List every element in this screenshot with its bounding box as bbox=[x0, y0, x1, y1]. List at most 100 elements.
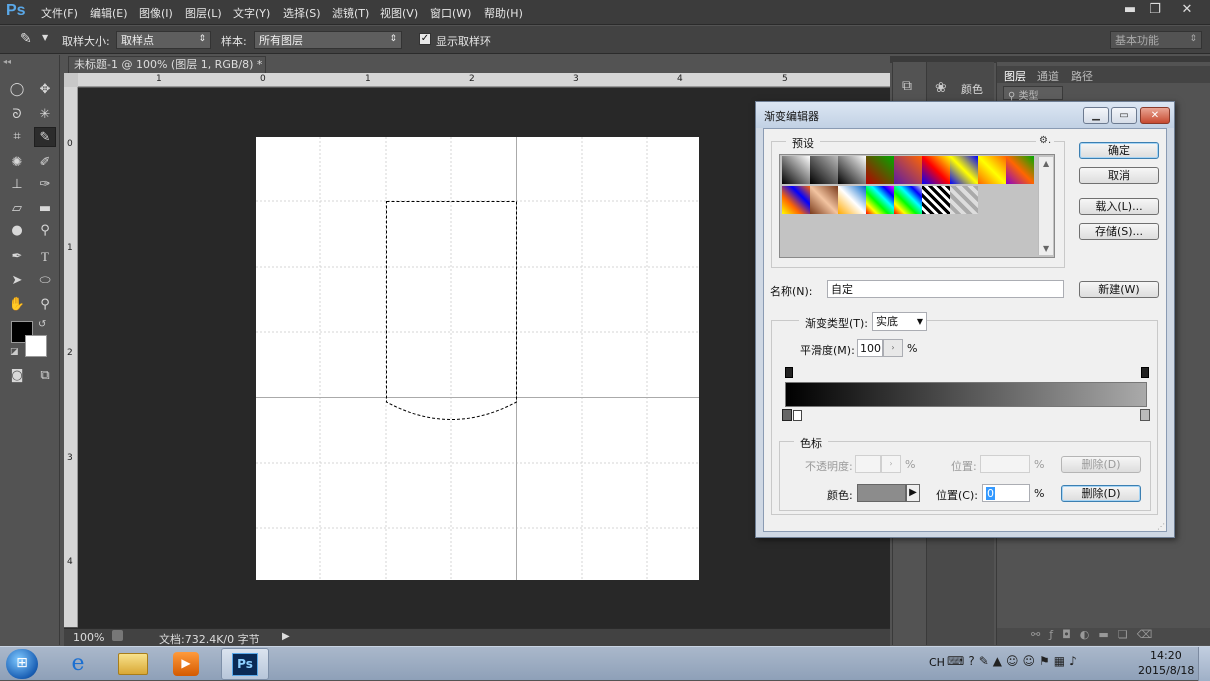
menu-file[interactable]: 文件(F) bbox=[41, 5, 78, 21]
pen-input-icon[interactable]: ✎ bbox=[979, 654, 993, 668]
volume-icon[interactable]: ♪ bbox=[1069, 654, 1081, 668]
history-brush-icon[interactable]: ✑ bbox=[34, 175, 56, 195]
swap-colors-icon[interactable]: ↺ bbox=[38, 319, 46, 330]
keyboard-icon[interactable]: ⌨ bbox=[947, 654, 968, 668]
tab-paths[interactable]: 路径 bbox=[1071, 68, 1093, 84]
media-player-icon[interactable]: ▶ bbox=[173, 652, 199, 676]
ellipse-shape-icon[interactable]: ⬭ bbox=[34, 271, 56, 291]
dodge-icon[interactable]: ⚲ bbox=[34, 221, 56, 241]
menu-filter[interactable]: 滤镜(T) bbox=[332, 5, 369, 21]
minimize-button[interactable]: ▬ bbox=[1117, 0, 1143, 22]
clock-date[interactable]: 2015/8/18 bbox=[1138, 664, 1194, 677]
document-canvas[interactable] bbox=[256, 137, 699, 580]
preset-violet-green[interactable] bbox=[1006, 156, 1034, 184]
preset-black-white[interactable] bbox=[838, 156, 866, 184]
start-button-icon[interactable]: ⊞ bbox=[6, 649, 38, 679]
show-ring-checkbox[interactable]: ✓ bbox=[419, 33, 431, 45]
gradient-type-select[interactable]: 实底 ▼ bbox=[872, 312, 927, 331]
clone-stamp-icon[interactable]: ⊥ bbox=[6, 175, 28, 195]
preset-stripes[interactable] bbox=[922, 186, 950, 214]
history-panel-icon[interactable]: ⧉ bbox=[902, 78, 912, 94]
tab-layers[interactable]: 图层 bbox=[1004, 68, 1026, 84]
preset-violet-orange[interactable] bbox=[894, 156, 922, 184]
preset-red-green[interactable] bbox=[866, 156, 894, 184]
menu-type[interactable]: 文字(Y) bbox=[233, 5, 270, 21]
network-icon[interactable]: ▦ bbox=[1054, 654, 1069, 668]
file-explorer-icon[interactable] bbox=[118, 653, 148, 675]
delete-color-button[interactable]: 删除(D) bbox=[1061, 485, 1141, 502]
eraser-icon[interactable]: ▱ bbox=[6, 199, 28, 219]
color-panel-tab[interactable]: 颜色 bbox=[961, 81, 983, 97]
preset-yellow-blue[interactable] bbox=[782, 186, 810, 214]
preset-orange-yellow[interactable] bbox=[978, 156, 1006, 184]
presets-gear-icon[interactable]: ⚙. bbox=[1036, 135, 1055, 146]
default-colors-icon[interactable]: ◪ bbox=[10, 347, 19, 357]
fx-icon[interactable]: ƒ bbox=[1049, 628, 1062, 641]
preset-copper[interactable] bbox=[810, 186, 838, 214]
smoothness-stepper-icon[interactable]: › bbox=[883, 339, 903, 357]
preset-chrome[interactable] bbox=[838, 186, 866, 214]
marquee-icon[interactable]: ◯ bbox=[6, 80, 28, 100]
eyedropper-icon[interactable]: ✎ bbox=[20, 31, 32, 47]
status-menu-arrow-icon[interactable]: ▶ bbox=[282, 631, 290, 642]
opacity-stop-left[interactable] bbox=[785, 367, 793, 378]
scroll-up-icon[interactable]: ▲ bbox=[1043, 159, 1049, 168]
preset-fg-transparent[interactable] bbox=[810, 156, 838, 184]
smoothness-field[interactable]: 100 bbox=[857, 339, 883, 357]
document-tab[interactable]: 未标题-1 @ 100% (图层 1, RGB/8) * × bbox=[68, 56, 266, 87]
help-icon[interactable]: ? bbox=[968, 654, 978, 668]
preset-spectrum[interactable] bbox=[866, 186, 894, 214]
menu-view[interactable]: 视图(V) bbox=[380, 5, 418, 21]
preset-blue-yellow-blue[interactable] bbox=[950, 156, 978, 184]
show-hidden-icons[interactable]: ▲ bbox=[993, 654, 1006, 668]
type-icon[interactable]: T bbox=[34, 247, 56, 267]
new-layer-icon[interactable]: ❏ bbox=[1118, 628, 1137, 641]
gradient-icon[interactable]: ▬ bbox=[34, 199, 56, 219]
eyedropper-tool-icon[interactable]: ✎ bbox=[34, 127, 56, 147]
vertical-ruler[interactable]: 0 1 2 3 4 bbox=[64, 87, 78, 627]
qq-icon-2[interactable]: ☺ bbox=[1023, 654, 1040, 668]
blur-icon[interactable]: ● bbox=[6, 221, 28, 241]
menu-edit[interactable]: 编辑(E) bbox=[90, 5, 128, 21]
language-indicator[interactable]: CH bbox=[929, 656, 945, 669]
collapse-icon[interactable]: ◂◂ bbox=[3, 57, 11, 66]
link-icon[interactable]: ⚯ bbox=[1031, 628, 1049, 641]
dialog-maximize-button[interactable]: ▭ bbox=[1111, 107, 1137, 124]
zoom-level[interactable]: 100% bbox=[73, 631, 104, 644]
stop-color-swatch[interactable] bbox=[857, 484, 906, 502]
menu-layer[interactable]: 图层(L) bbox=[185, 5, 222, 21]
mask-icon[interactable]: ◘ bbox=[1062, 628, 1080, 641]
sample-select[interactable]: 所有图层 ⇕ bbox=[254, 31, 402, 49]
preset-transparent-stripes[interactable] bbox=[950, 186, 978, 214]
menu-window[interactable]: 窗口(W) bbox=[430, 5, 471, 21]
color-stop-right[interactable] bbox=[1140, 409, 1150, 421]
folder-icon[interactable]: ▬ bbox=[1098, 628, 1117, 641]
background-color-swatch[interactable] bbox=[25, 335, 47, 357]
close-button[interactable]: ✕ bbox=[1170, 0, 1204, 22]
path-selection-icon[interactable]: ➤ bbox=[6, 271, 28, 291]
menu-image[interactable]: 图像(I) bbox=[139, 5, 173, 21]
new-button[interactable]: 新建(W) bbox=[1079, 281, 1159, 298]
load-button[interactable]: 载入(L)... bbox=[1079, 198, 1159, 215]
lasso-icon[interactable]: ᘐ bbox=[6, 105, 28, 125]
clock-time[interactable]: 14:20 bbox=[1150, 649, 1182, 662]
color-menu-arrow-icon[interactable]: ▶ bbox=[906, 484, 920, 502]
save-button[interactable]: 存储(S)... bbox=[1079, 223, 1159, 240]
adjustment-icon[interactable]: ◐ bbox=[1080, 628, 1099, 641]
presets-scrollbar[interactable]: ▲ ▼ bbox=[1038, 157, 1053, 255]
move-icon[interactable]: ✥ bbox=[34, 80, 56, 100]
trash-icon[interactable]: ⌫ bbox=[1137, 628, 1162, 641]
hand-icon[interactable]: ✋ bbox=[6, 295, 28, 315]
scroll-down-icon[interactable]: ▼ bbox=[1043, 244, 1049, 253]
dialog-close-button[interactable]: ✕ bbox=[1140, 107, 1170, 124]
qq-icon[interactable]: ☺ bbox=[1006, 654, 1023, 668]
opacity-stop-right[interactable] bbox=[1141, 367, 1149, 378]
preset-transparent-rainbow[interactable] bbox=[894, 186, 922, 214]
color-stop-left[interactable] bbox=[782, 409, 792, 421]
show-desktop-button[interactable] bbox=[1198, 647, 1210, 681]
restore-button[interactable]: ❐ bbox=[1142, 0, 1168, 22]
sample-size-select[interactable]: 取样点 ⇕ bbox=[116, 31, 211, 49]
preset-blue-red-yellow[interactable] bbox=[922, 156, 950, 184]
healing-brush-icon[interactable]: ✺ bbox=[6, 153, 28, 173]
name-field[interactable]: 自定 bbox=[827, 280, 1064, 298]
